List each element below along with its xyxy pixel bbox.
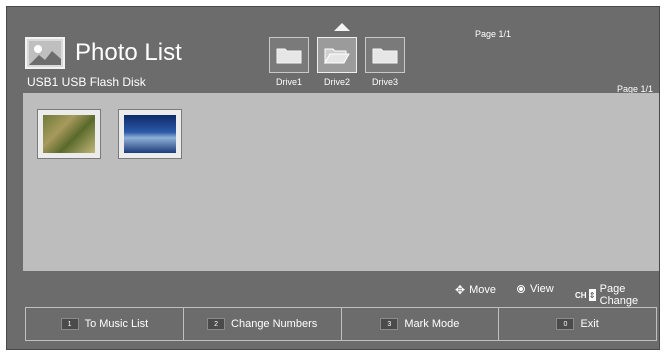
- folder-icon: [269, 37, 309, 73]
- number-badge: 2: [207, 318, 226, 330]
- drive-label: Drive1: [275, 77, 302, 87]
- header-title: Photo List: [25, 35, 182, 71]
- photo-grid: [23, 93, 659, 271]
- legend-move: ✥ Move: [455, 283, 496, 297]
- move-icon: ✥: [455, 283, 466, 297]
- photo-thumbnail[interactable]: [37, 109, 101, 159]
- drive-1[interactable]: Drive1: [269, 37, 309, 87]
- folder-icon: [365, 37, 405, 73]
- open-folder-icon: [317, 37, 357, 73]
- exit-button[interactable]: 0 Exit: [498, 308, 656, 340]
- number-badge: 1: [60, 318, 79, 330]
- photo-icon: [25, 37, 65, 69]
- photo-list-screen: Photo List USB1 USB Flash Disk Page 1/1 …: [6, 6, 660, 350]
- page-title: Photo List: [75, 39, 182, 66]
- drive-3[interactable]: Drive3: [365, 37, 405, 87]
- legend-page-change: CH ⇕ Page Change: [575, 283, 659, 307]
- button-label: Mark Mode: [404, 318, 460, 330]
- number-badge: 3: [380, 318, 399, 330]
- button-label: To Music List: [84, 318, 149, 330]
- ch-label: CH: [575, 290, 587, 300]
- legend-view: View: [517, 283, 554, 295]
- view-icon: [517, 285, 525, 293]
- drive-label: Drive3: [371, 77, 398, 87]
- drive-label: Drive2: [323, 77, 350, 87]
- photo-image: [124, 115, 176, 153]
- change-numbers-button[interactable]: 2 Change Numbers: [182, 308, 341, 340]
- legend-page-change-label: Page Change: [599, 283, 639, 307]
- mark-mode-button[interactable]: 3 Mark Mode: [340, 308, 499, 340]
- updown-icon: ⇕: [588, 289, 596, 301]
- number-badge: 0: [556, 318, 575, 330]
- button-label: Exit: [580, 318, 599, 330]
- photo-image: [43, 115, 95, 153]
- photo-thumbnail[interactable]: [118, 109, 182, 159]
- page-indicator-top: Page 1/1: [475, 29, 512, 39]
- legend-view-label: View: [530, 283, 554, 295]
- device-label: USB1 USB Flash Disk: [27, 75, 146, 89]
- drive-2[interactable]: Drive2: [317, 37, 357, 87]
- bottom-menu: 1 To Music List 2 Change Numbers 3 Mark …: [25, 307, 657, 341]
- legend-move-label: Move: [469, 284, 496, 296]
- up-arrow-icon[interactable]: [334, 23, 350, 31]
- to-music-list-button[interactable]: 1 To Music List: [26, 308, 183, 340]
- button-label: Change Numbers: [231, 318, 318, 330]
